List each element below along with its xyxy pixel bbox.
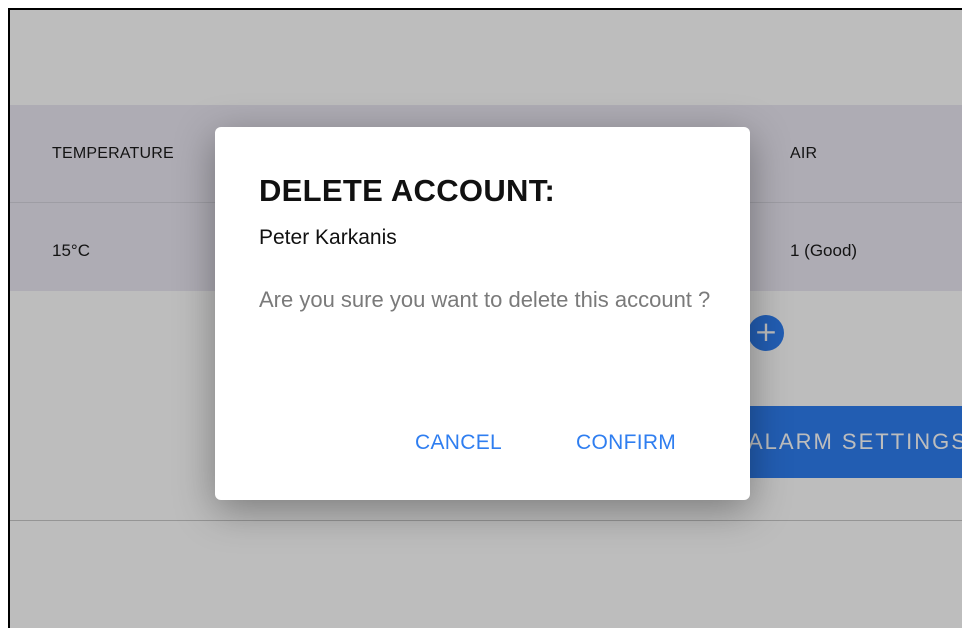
window-frame: TEMPERATURE AIR 15°C 1 (Good) + ALARM SE…: [8, 8, 962, 628]
delete-account-dialog: DELETE ACCOUNT: Peter Karkanis Are you s…: [215, 127, 750, 500]
confirm-button[interactable]: CONFIRM: [576, 431, 676, 455]
dialog-title: DELETE ACCOUNT:: [259, 173, 556, 208]
dialog-account-name: Peter Karkanis: [259, 226, 397, 249]
dialog-message: Are you sure you want to delete this acc…: [259, 287, 711, 312]
app-screen: TEMPERATURE AIR 15°C 1 (Good) + ALARM SE…: [10, 10, 962, 628]
cancel-button[interactable]: CANCEL: [415, 431, 502, 455]
